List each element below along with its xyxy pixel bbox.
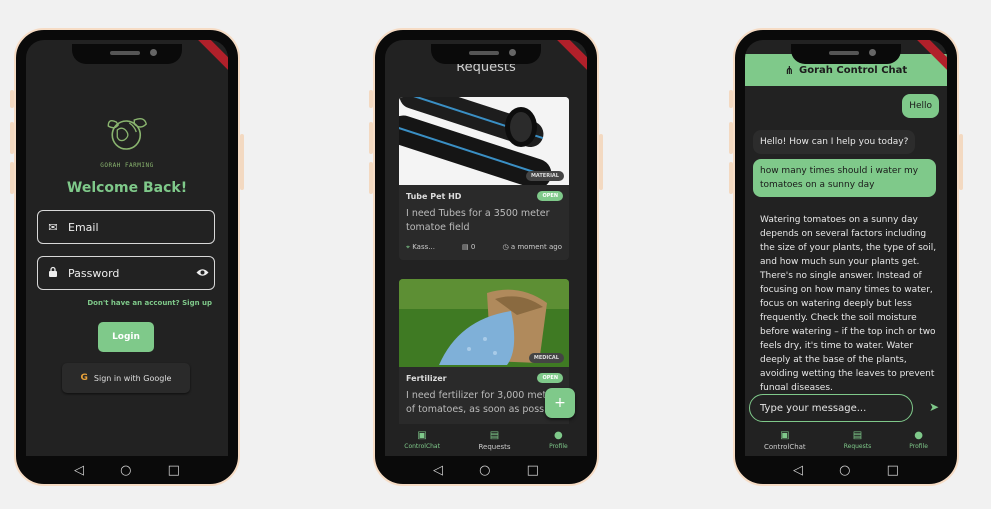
app-logo: GORAH FARMING: [100, 110, 153, 169]
person-icon: ●: [554, 430, 563, 441]
status-badge: OPEN: [537, 373, 563, 383]
nav-requests[interactable]: ▤ Requests: [478, 430, 510, 451]
volume-button: [729, 162, 733, 194]
nav-controlchat[interactable]: ▣ ControlChat: [404, 430, 440, 450]
nav-label: Profile: [909, 443, 928, 450]
back-icon[interactable]: ◁: [793, 463, 803, 478]
bot-message: Watering tomatoes on a sunny day depends…: [760, 215, 937, 390]
location-text: Kass...: [412, 243, 435, 251]
welcome-heading: Welcome Back!: [66, 180, 188, 196]
category-tag: MEDICAL: [528, 353, 564, 363]
clock-icon: ◷: [502, 243, 509, 251]
volume-button: [369, 122, 373, 154]
phone-chat: ⋔ Gorah Control Chat Hello Hello! How ca…: [729, 28, 963, 486]
phone-requests: Requests MATERIAL Tube Pet HD OPEN I nee…: [369, 28, 603, 486]
nav-requests[interactable]: ▤ Requests: [844, 430, 872, 450]
person-icon: ●: [914, 430, 923, 441]
nav-label: ControlChat: [404, 443, 440, 450]
requests-screen: Requests MATERIAL Tube Pet HD OPEN I nee…: [385, 40, 587, 456]
card-title: Tube Pet HD: [406, 191, 462, 201]
time-text: a moment ago: [510, 243, 562, 251]
nav-profile[interactable]: ● Profile: [909, 430, 928, 450]
eye-icon[interactable]: [190, 267, 214, 280]
globe-leaf-icon: [107, 117, 147, 150]
google-signin-button[interactable]: G Sign in with Google: [62, 363, 190, 393]
chat-title: Gorah Control Chat: [799, 64, 908, 76]
message-input[interactable]: Type your message...: [749, 394, 913, 422]
login-screen: GORAH FARMING Welcome Back! ✉ Email Pass…: [26, 40, 228, 456]
volume-button: [729, 90, 733, 108]
recents-icon[interactable]: □: [168, 463, 180, 478]
status-badge: OPEN: [537, 191, 563, 201]
lock-icon: [38, 266, 68, 280]
bot-message: Hello! How can I help you today?: [753, 130, 916, 154]
nav-profile[interactable]: ● Profile: [549, 430, 568, 450]
back-icon[interactable]: ◁: [74, 463, 84, 478]
request-card[interactable]: MATERIAL Tube Pet HD OPEN I need Tubes f…: [399, 97, 569, 260]
card-image: MEDICAL: [399, 279, 569, 367]
email-field[interactable]: ✉ Email: [37, 210, 215, 244]
volume-button: [729, 122, 733, 154]
volume-button: [369, 162, 373, 194]
login-button[interactable]: Login: [98, 322, 154, 352]
card-description: I need Tubes for a 3500 meter tomatoe fi…: [406, 208, 550, 233]
user-message: Hello: [902, 94, 939, 118]
location-icon: ⌖: [406, 243, 410, 251]
card-image: MATERIAL: [399, 97, 569, 189]
chat-icon: ▣: [417, 430, 427, 441]
card-description: I need fertilizer for 3,000 meters of to…: [406, 390, 562, 415]
password-placeholder: Password: [68, 266, 120, 280]
home-icon[interactable]: ○: [479, 463, 490, 478]
send-icon[interactable]: ➤: [929, 400, 939, 414]
power-button: [240, 134, 244, 190]
hub-icon: ⋔: [784, 63, 795, 77]
request-card[interactable]: MEDICAL Fertilizer OPEN I need fertilize…: [399, 279, 569, 429]
nav-label: Profile: [549, 443, 568, 450]
card-title: Fertilizer: [406, 373, 447, 383]
power-button: [959, 134, 963, 190]
power-button: [599, 134, 603, 190]
document-icon: ▤: [852, 430, 863, 441]
volume-button: [10, 162, 14, 194]
nav-label: ControlChat: [764, 442, 806, 451]
comment-icon: ▤: [462, 243, 469, 251]
phone-login: GORAH FARMING Welcome Back! ✉ Email Pass…: [10, 28, 244, 486]
home-icon[interactable]: ○: [839, 463, 850, 478]
volume-button: [369, 90, 373, 108]
card-meta: ⌖ Kass... ▤ 0 ◷ a moment ago: [399, 235, 569, 260]
volume-button: [10, 122, 14, 154]
home-icon[interactable]: ○: [120, 463, 131, 478]
document-icon: ▤: [489, 429, 500, 441]
camera-notch: [72, 44, 182, 64]
volume-button: [10, 90, 14, 108]
google-label: Sign in with Google: [93, 373, 172, 383]
add-request-button[interactable]: +: [545, 388, 575, 418]
nav-controlchat[interactable]: ▣ ControlChat: [764, 430, 806, 451]
signup-link[interactable]: Don't have an account? Sign up: [87, 299, 212, 307]
chat-screen: ⋔ Gorah Control Chat Hello Hello! How ca…: [745, 40, 947, 456]
password-field[interactable]: Password: [37, 256, 215, 290]
bottom-nav: ▣ ControlChat ▤ Requests ● Profile: [385, 424, 587, 456]
camera-notch: [791, 44, 901, 64]
system-nav: ◁ ○ □: [375, 456, 597, 484]
debug-ribbon: [196, 40, 228, 74]
category-tag: MATERIAL: [525, 171, 564, 181]
recents-icon[interactable]: □: [527, 463, 539, 478]
system-nav: ◁ ○ □: [16, 456, 238, 484]
nav-label: Requests: [478, 442, 511, 451]
bottom-nav: ▣ ControlChat ▤ Requests ● Profile: [745, 424, 947, 456]
logo-text: GORAH FARMING: [100, 162, 154, 169]
email-placeholder: Email: [68, 220, 99, 234]
mail-icon: ✉: [48, 220, 58, 234]
google-icon: G: [80, 373, 88, 383]
comment-count: 0: [470, 243, 476, 251]
back-icon[interactable]: ◁: [433, 463, 443, 478]
nav-label: Requests: [843, 443, 872, 450]
chat-icon: ▣: [780, 429, 790, 441]
system-nav: ◁ ○ □: [735, 456, 957, 484]
recents-icon[interactable]: □: [887, 463, 899, 478]
camera-notch: [431, 44, 541, 64]
user-message: how many times should i water my tomatoe…: [753, 159, 936, 197]
